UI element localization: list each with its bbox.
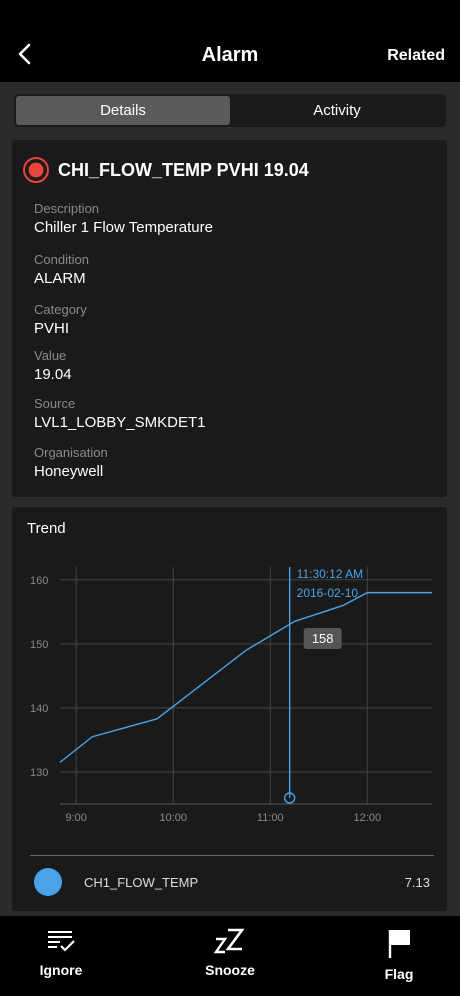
tab-activity[interactable]: Activity	[230, 96, 444, 125]
field-label: Description	[34, 201, 100, 216]
snooze-button[interactable]: Snooze	[180, 928, 280, 992]
field-value: PVHI	[34, 320, 70, 337]
snooze-label: Snooze	[205, 962, 255, 978]
tab-bar: Details Activity	[14, 94, 446, 127]
status-bar	[0, 0, 460, 30]
ignore-label: Ignore	[39, 962, 83, 978]
field-category: Category PVHI	[34, 302, 87, 337]
related-button[interactable]: Related	[387, 47, 445, 65]
tab-details[interactable]: Details	[16, 96, 230, 125]
field-label: Organisation	[34, 445, 108, 460]
field-description: Description Chiller 1 Flow Temperature	[34, 201, 213, 236]
field-value: 19.04	[34, 366, 72, 383]
alarm-header: CHI_FLOW_TEMP PVHI 19.04	[22, 156, 309, 184]
legend-series-value: 7.13	[404, 875, 430, 890]
bottom-action-bar: Ignore Snooze Flag	[0, 916, 460, 996]
trend-card: Trend 130 140 150 160 9:00 10:00 11:00 12:00 11:…	[12, 507, 447, 911]
legend-color-dot	[34, 868, 62, 896]
flag-icon	[388, 930, 410, 958]
field-condition: Condition ALARM	[34, 252, 89, 287]
field-value: Chiller 1 Flow Temperature	[34, 219, 213, 236]
trend-chart[interactable]: 130 140 150 160 9:00 10:00 11:00 12:00 11:30:12 …	[12, 507, 447, 911]
field-value-row: Value 19.04	[34, 348, 72, 383]
ignore-icon	[48, 931, 75, 952]
field-value: Honeywell	[34, 463, 104, 480]
field-label: Source	[34, 396, 76, 411]
alarm-title: CHI_FLOW_TEMP PVHI 19.04	[58, 159, 309, 180]
flag-button[interactable]: Flag	[349, 928, 449, 992]
field-label: Condition	[34, 252, 89, 267]
flag-label: Flag	[384, 966, 414, 982]
legend-series-name: CH1_FLOW_TEMP	[84, 875, 199, 890]
field-value: ALARM	[34, 270, 86, 287]
cursor-time-label: 11:30:12 AM	[297, 567, 364, 581]
cursor-date-label: 2016-02-10	[297, 586, 359, 600]
cursor-value-label: 158	[312, 631, 334, 646]
x-tick-label: 12:00	[354, 812, 382, 824]
y-tick-label: 160	[30, 575, 48, 587]
ignore-button[interactable]: Ignore	[11, 928, 111, 992]
alarm-status-icon	[23, 157, 49, 183]
y-tick-label: 150	[30, 639, 48, 651]
field-source: Source LVL1_LOBBY_SMKDET1	[34, 396, 205, 431]
nav-bar: Alarm Related	[0, 30, 460, 82]
field-label: Category	[34, 302, 87, 317]
legend-row[interactable]: CH1_FLOW_TEMP 7.13	[30, 855, 430, 899]
y-tick-label: 130	[30, 767, 48, 779]
field-value: LVL1_LOBBY_SMKDET1	[34, 414, 206, 431]
snooze-icon	[213, 928, 245, 954]
x-tick-label: 9:00	[65, 812, 86, 824]
y-tick-label: 140	[30, 703, 48, 715]
field-organisation: Organisation Honeywell	[34, 445, 108, 480]
field-label: Value	[34, 348, 67, 363]
x-tick-label: 11:00	[257, 812, 284, 824]
series-line	[59, 591, 432, 763]
x-tick-label: 10:00	[159, 812, 187, 824]
alarm-details-card: CHI_FLOW_TEMP PVHI 19.04 Description Chi…	[12, 140, 447, 497]
